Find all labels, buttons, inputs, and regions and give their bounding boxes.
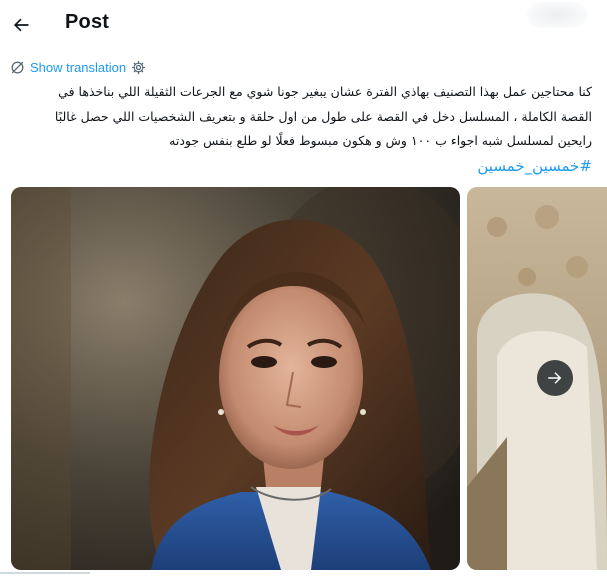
- portrait-woman-image: [11, 187, 460, 570]
- arrow-right-icon: [548, 372, 562, 384]
- page-title: Post: [65, 11, 110, 33]
- translate-slash-icon[interactable]: [10, 60, 25, 75]
- post-text-line: رايحين لمسلسل شبه اجواء ب ١٠٠ وش و هكون …: [169, 133, 592, 148]
- next-media-button[interactable]: [537, 360, 573, 396]
- header-blurred-area: [527, 2, 587, 28]
- scroll-indicator: [0, 572, 90, 574]
- translation-row: Show translation: [10, 57, 146, 77]
- arrow-left-icon: [13, 18, 29, 32]
- post-text-line: القصة الكاملة ، المسلسل دخل في القصة على…: [54, 108, 592, 124]
- show-translation-link[interactable]: Show translation: [30, 60, 126, 75]
- post-text-line: كنا محتاجين عمل بهذا التصنيف بهاذي الفتر…: [58, 84, 592, 99]
- back-button[interactable]: [4, 8, 38, 42]
- hashtag-link[interactable]: #خمسين_خمسين: [477, 157, 592, 175]
- post-text: كنا محتاجين عمل بهذا التصنيف بهاذي الفتر…: [12, 80, 592, 179]
- media-image-1[interactable]: [11, 187, 460, 570]
- header: Post: [0, 0, 607, 52]
- gear-icon[interactable]: [131, 60, 146, 75]
